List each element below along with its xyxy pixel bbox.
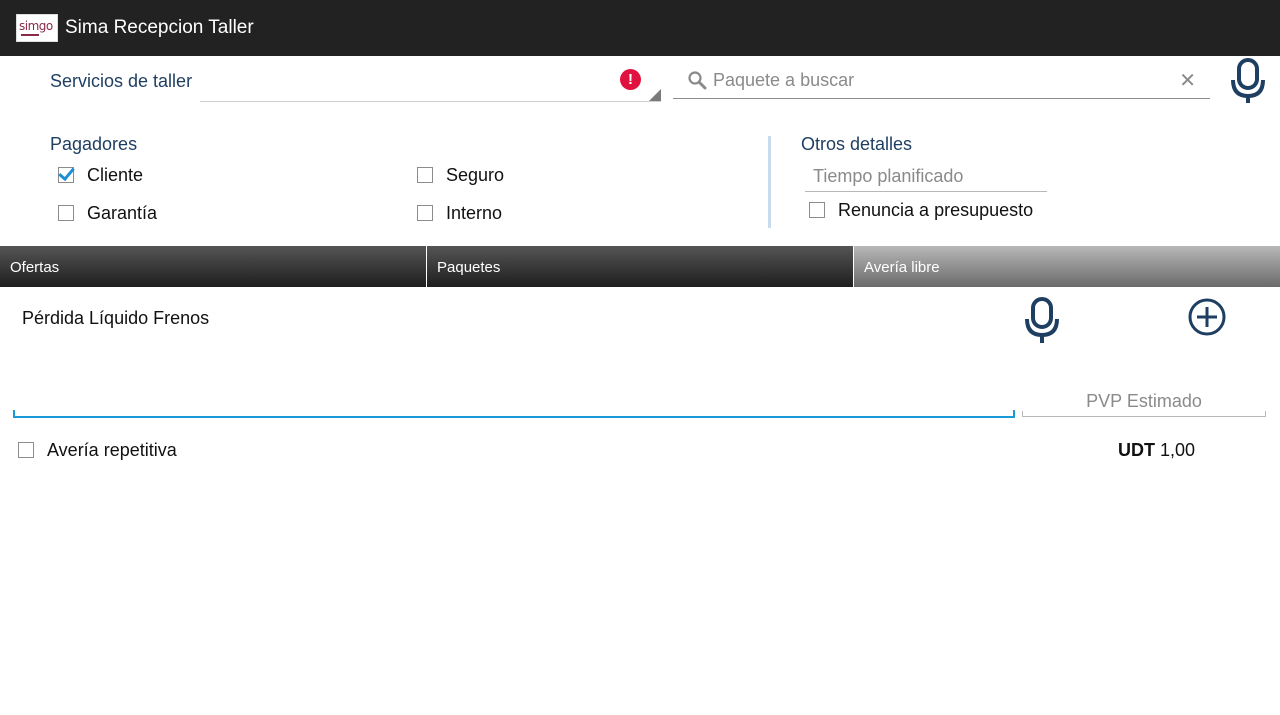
tab-paquetes[interactable]: Paquetes xyxy=(427,246,854,287)
pagador-garantia[interactable]: Garantía xyxy=(58,201,157,225)
servicios-label: Servicios de taller xyxy=(50,71,193,91)
checkbox-averia-repetitiva[interactable] xyxy=(18,442,34,458)
servicios-spinner[interactable]: ! xyxy=(200,66,661,102)
tab-averia-libre[interactable]: Avería libre xyxy=(854,246,1280,287)
microphone-icon[interactable] xyxy=(1024,297,1060,345)
pagador-cliente[interactable]: Cliente xyxy=(58,163,143,187)
tab-ofertas[interactable]: Ofertas xyxy=(0,246,427,287)
search-icon xyxy=(688,71,707,90)
search-input[interactable] xyxy=(713,64,1163,96)
logo-stripe xyxy=(21,34,39,36)
checkbox-seguro[interactable] xyxy=(417,167,433,183)
action-bar: simgo Sima Recepcion Taller xyxy=(0,0,1280,56)
renuncia-presupuesto[interactable]: Renuncia a presupuesto xyxy=(809,198,1033,222)
check-label: Interno xyxy=(446,202,503,223)
check-label: Renuncia a presupuesto xyxy=(838,199,1034,220)
pagador-seguro[interactable]: Seguro xyxy=(417,163,504,187)
udt-display: UDT 1,00 xyxy=(1118,440,1195,461)
tab-bar: Ofertas Paquetes Avería libre xyxy=(0,246,1280,287)
clear-icon[interactable]: ✕ xyxy=(1179,68,1196,93)
udt-value: 1,00 xyxy=(1160,440,1196,460)
search-box[interactable]: ✕ xyxy=(673,60,1210,99)
microphone-icon[interactable] xyxy=(1230,58,1266,104)
checkbox-garantia[interactable] xyxy=(58,205,74,221)
pagador-interno[interactable]: Interno xyxy=(417,201,502,225)
description-input[interactable] xyxy=(13,360,1015,418)
otros-detalles-label: Otros detalles xyxy=(801,134,913,154)
tiempo-planificado-input[interactable] xyxy=(805,162,1047,190)
app-title: Sima Recepcion Taller xyxy=(65,17,254,38)
pagadores-label: Pagadores xyxy=(50,134,138,154)
spinner-arrow-icon xyxy=(649,89,661,101)
checkbox-cliente[interactable] xyxy=(58,167,74,183)
check-label: Garantía xyxy=(87,202,158,223)
pvp-estimado-field[interactable] xyxy=(1022,386,1266,417)
app-logo[interactable]: simgo xyxy=(16,14,58,42)
checkbox-renuncia[interactable] xyxy=(809,202,825,218)
logo-text: simgo xyxy=(19,19,53,33)
error-icon: ! xyxy=(620,69,641,90)
averia-repetitiva[interactable]: Avería repetitiva xyxy=(18,438,177,462)
tiempo-planificado-field[interactable] xyxy=(805,162,1047,192)
averia-description: Pérdida Líquido Frenos xyxy=(22,308,210,328)
vertical-divider xyxy=(768,136,771,228)
pvp-estimado-input[interactable] xyxy=(1022,386,1266,416)
check-label: Cliente xyxy=(87,164,144,185)
check-label: Seguro xyxy=(446,164,505,185)
checkbox-interno[interactable] xyxy=(417,205,433,221)
udt-label: UDT xyxy=(1118,440,1155,460)
check-label: Avería repetitiva xyxy=(47,439,177,460)
add-circle-icon[interactable] xyxy=(1187,297,1227,337)
